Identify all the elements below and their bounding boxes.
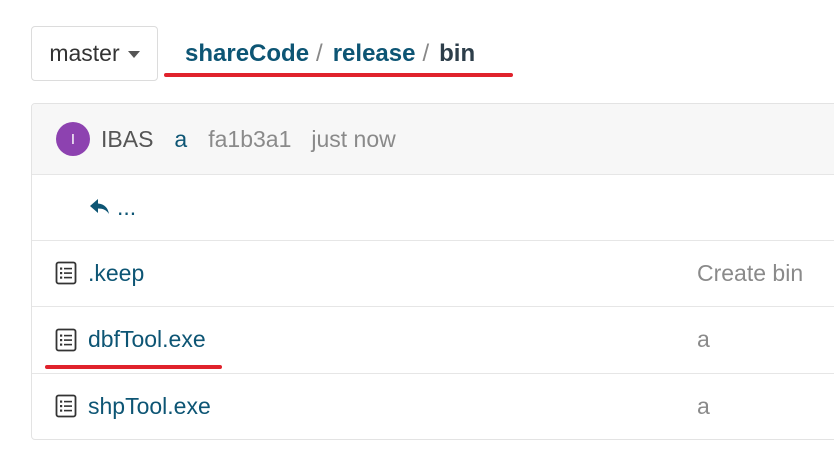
avatar[interactable]: I [56,122,90,156]
file-list-panel: I IBAS a fa1b3a1 just now ... .keep Crea… [31,103,834,440]
commit-time: just now [311,125,396,152]
file-name[interactable]: .keep [88,260,144,287]
caret-down-icon [127,51,140,58]
breadcrumb-item-bin: bin [439,40,476,67]
reply-arrow-icon [90,199,109,214]
commit-author[interactable]: IBAS [101,126,153,153]
file-commit-message[interactable]: Create bin [697,260,803,287]
parent-directory-label: ... [117,193,137,220]
parent-directory-row: ... [32,174,834,241]
file-commit-message[interactable]: a [697,326,710,353]
breadcrumb-item-sharecode[interactable]: shareCode [185,40,309,68]
file-name[interactable]: dbfTool.exe [88,326,206,353]
red-annotation-underline-breadcrumb [164,73,513,77]
file-icon [55,261,77,285]
breadcrumb: shareCode / release / bin [185,40,475,68]
branch-label: master [49,40,120,66]
parent-directory-link[interactable]: ... [89,194,136,221]
file-icon [55,394,77,418]
branch-select[interactable]: master [31,26,158,81]
latest-commit-bar: I IBAS a fa1b3a1 just now [32,104,834,175]
commit-sha[interactable]: fa1b3a1 [208,126,291,153]
red-annotation-underline-file [45,365,222,369]
breadcrumb-separator: / [422,40,430,67]
breadcrumb-separator: / [316,40,323,67]
table-row[interactable]: dbfTool.exe a [32,306,834,374]
file-commit-message[interactable]: a [697,393,710,420]
file-name[interactable]: shpTool.exe [88,393,211,420]
table-row[interactable]: .keep Create bin [32,240,834,307]
breadcrumb-item-release[interactable]: release [333,40,416,68]
table-row[interactable]: shpTool.exe a [32,373,834,439]
commit-message[interactable]: a [174,126,187,153]
file-icon [55,328,77,351]
